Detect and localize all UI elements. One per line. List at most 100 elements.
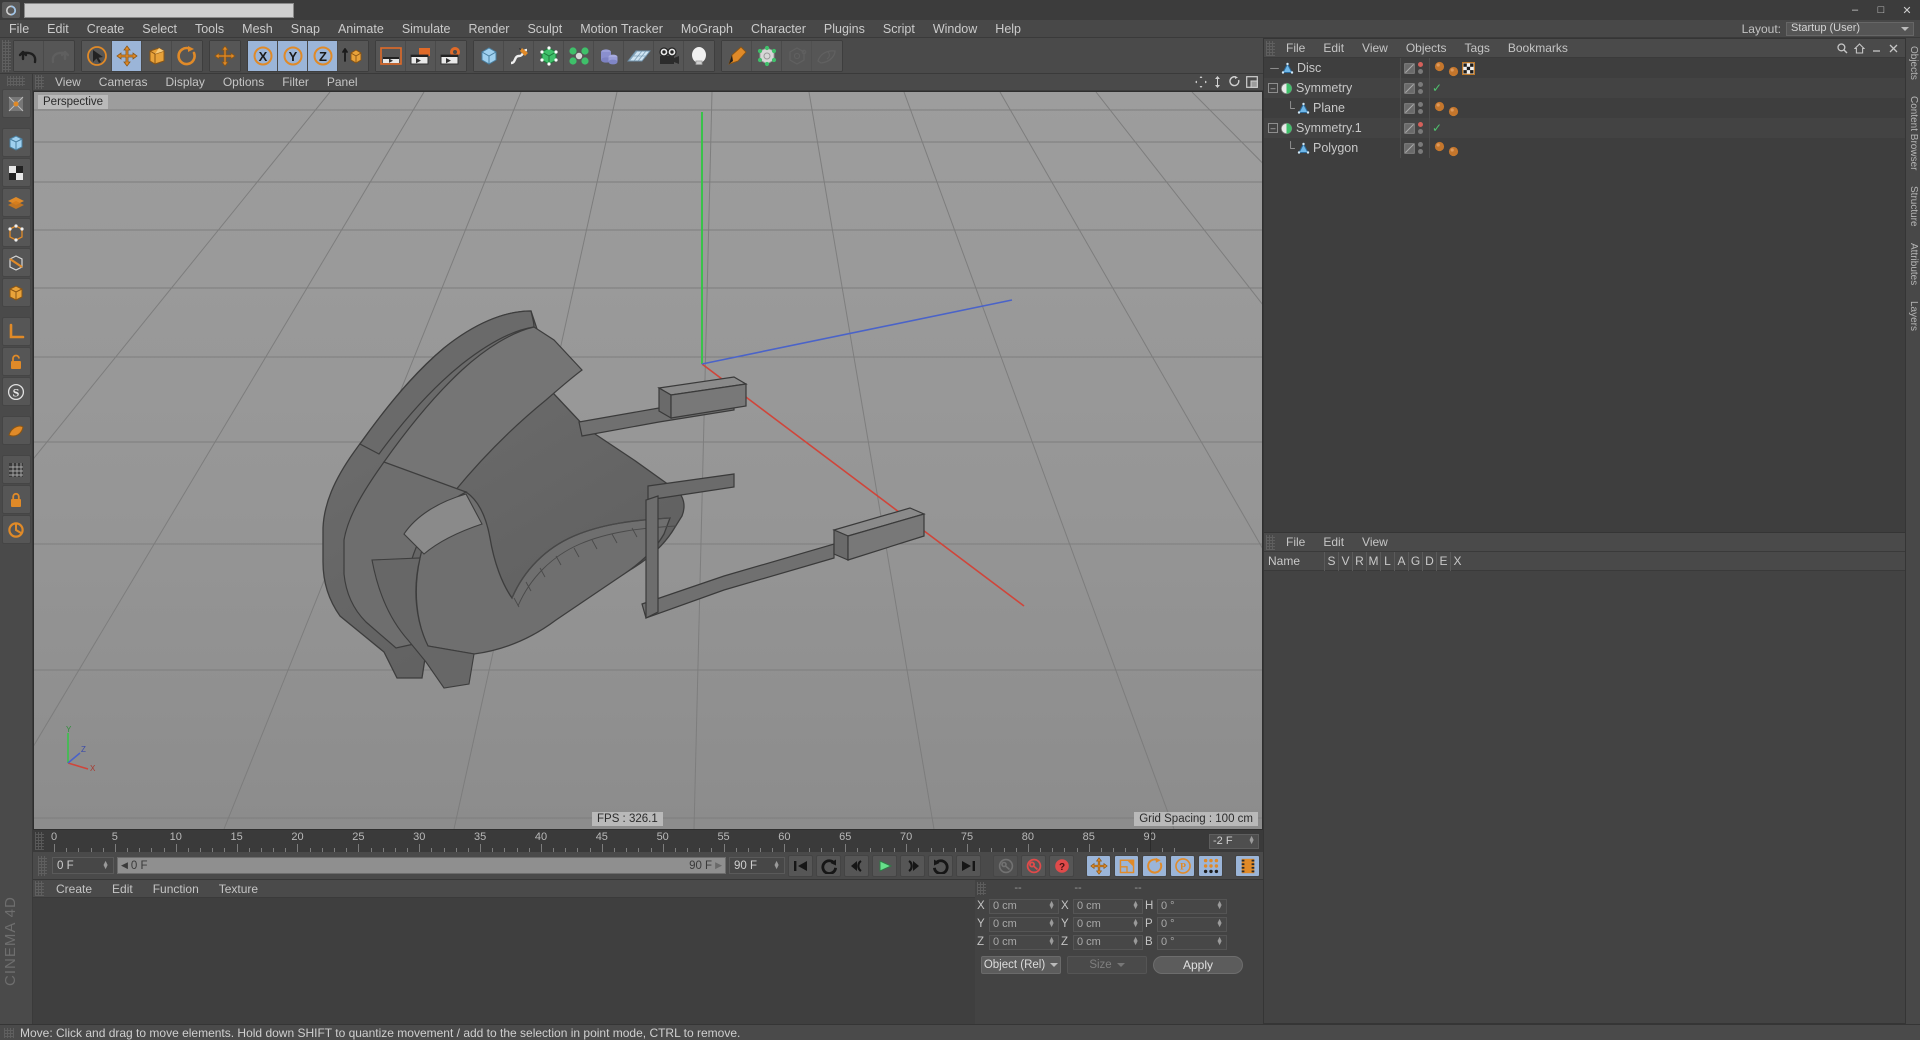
expand-collapse-icon[interactable]: – [1268, 123, 1278, 133]
viewport-menu-options[interactable]: Options [214, 74, 273, 91]
material-tag-icon[interactable] [1434, 141, 1445, 152]
maximize-button[interactable]: □ [1868, 0, 1894, 20]
timeline-ruler[interactable]: 051015202530354045505560657075808590 [46, 830, 1205, 852]
edge-mode-button[interactable] [1, 248, 31, 277]
menu-create[interactable]: Create [78, 20, 134, 38]
am-menu-file[interactable]: File [1277, 533, 1314, 552]
animbar-grip[interactable] [38, 855, 47, 876]
menu-select[interactable]: Select [133, 20, 186, 38]
object-tree[interactable]: ─ Disc – Symmetry ✓ └ Plane – Symmetry.1 ✓ └ Polygo… [1264, 58, 1905, 532]
scale-tool-button[interactable] [142, 40, 172, 71]
spinner-icon[interactable]: ▲ ▼ [1216, 936, 1223, 947]
pan-icon[interactable] [1194, 76, 1207, 89]
solid-cube-button[interactable] [1, 278, 31, 307]
attribute-manager-body[interactable] [1264, 571, 1905, 1023]
keyframe-selection-button[interactable]: ? [1049, 854, 1074, 877]
vtab-structure[interactable]: Structure [1906, 178, 1920, 235]
timeline-button[interactable] [1235, 854, 1260, 877]
home-icon[interactable] [1854, 42, 1865, 54]
editor-visibility-icon[interactable] [1404, 122, 1415, 134]
menu-plugins[interactable]: Plugins [815, 20, 874, 38]
texture-mode-button[interactable] [1, 89, 31, 118]
step-forward-button[interactable] [900, 854, 925, 877]
vtab-content-browser[interactable]: Content Browser [1906, 88, 1920, 178]
add-light-button[interactable] [684, 40, 714, 71]
autokeying-button[interactable] [1021, 854, 1046, 877]
attribute-manager-grip[interactable] [1266, 534, 1275, 550]
add-cube-button[interactable] [474, 40, 504, 71]
spinner-icon[interactable]: ▲ ▼ [1216, 918, 1223, 929]
material-tag-icon[interactable] [1448, 146, 1459, 157]
spinner-icon[interactable]: ▲ ▼ [1048, 918, 1055, 929]
material-menu-create[interactable]: Create [46, 880, 102, 898]
dolly-icon[interactable] [1211, 76, 1224, 89]
time-scrubber[interactable]: ◀ 0 F 90 F ▶ [117, 857, 726, 874]
am-column-l[interactable]: L [1380, 551, 1394, 571]
point-level-animation-button[interactable] [1198, 854, 1223, 877]
object-row[interactable]: └ Polygon [1264, 138, 1905, 158]
vtab-layers[interactable]: Layers [1906, 293, 1920, 339]
timeline-end-field[interactable]: -2 F ▲ ▼ [1209, 833, 1259, 849]
am-column-e[interactable]: E [1436, 551, 1450, 571]
am-column-x[interactable]: X [1450, 551, 1464, 571]
om-menu-view[interactable]: View [1353, 39, 1397, 58]
add-camera-button[interactable] [654, 40, 684, 71]
play-button[interactable] [872, 854, 897, 877]
object-tag-zone[interactable] [1430, 61, 1905, 76]
scrubber-left-arrow-icon[interactable]: ◀ [121, 860, 128, 871]
select-tool-button[interactable] [82, 40, 112, 71]
rotate-tool-button[interactable] [172, 40, 202, 71]
x-axis-lock-button[interactable]: X [248, 40, 278, 71]
search-icon[interactable] [1837, 42, 1848, 54]
object-tag-zone[interactable] [1430, 141, 1905, 157]
menu-simulate[interactable]: Simulate [393, 20, 460, 38]
om-menu-tags[interactable]: Tags [1456, 39, 1499, 58]
editor-visibility-icon[interactable] [1404, 82, 1415, 94]
record-pla-button[interactable]: P [1170, 854, 1195, 877]
am-column-m[interactable]: M [1366, 551, 1380, 571]
mesh-grid-button[interactable] [1, 455, 31, 484]
visibility-dots[interactable] [1418, 142, 1423, 154]
previous-keyframe-button[interactable] [816, 854, 841, 877]
menu-snap[interactable]: Snap [282, 20, 329, 38]
spinner-icon[interactable]: ▲ ▼ [1132, 918, 1139, 929]
paint-tool-button[interactable] [722, 40, 752, 71]
add-deformer-button[interactable] [564, 40, 594, 71]
object-row[interactable]: – Symmetry.1 ✓ [1264, 118, 1905, 138]
spinner-icon[interactable]: ▲ ▼ [1048, 900, 1055, 911]
object-row[interactable]: └ Plane [1264, 98, 1905, 118]
coord-size-dropdown[interactable]: Size [1067, 956, 1147, 974]
menu-script[interactable]: Script [874, 20, 924, 38]
menu-render[interactable]: Render [459, 20, 518, 38]
next-keyframe-button[interactable] [928, 854, 953, 877]
rotate-icon[interactable] [1228, 76, 1241, 89]
material-menu-edit[interactable]: Edit [102, 880, 143, 898]
record-rotation-button[interactable] [1142, 854, 1167, 877]
viewport-grip[interactable] [35, 75, 44, 89]
material-manager-grip[interactable] [35, 881, 44, 896]
object-row[interactable]: ─ Disc [1264, 58, 1905, 78]
timeline-grip[interactable] [35, 832, 44, 850]
material-tag-icon[interactable] [1434, 61, 1445, 72]
menu-mograph[interactable]: MoGraph [672, 20, 742, 38]
editor-visibility-icon[interactable] [1404, 102, 1415, 114]
pos-z-input[interactable]: 0 cm ▲ ▼ [989, 934, 1059, 950]
minimize-button[interactable]: – [1842, 0, 1868, 20]
expand-collapse-icon[interactable]: – [1268, 83, 1278, 93]
object-manager-grip[interactable] [1266, 40, 1275, 56]
add-scene-object-button[interactable] [594, 40, 624, 71]
am-column-a[interactable]: A [1394, 551, 1408, 571]
layout-select[interactable]: Startup (User) [1786, 21, 1914, 36]
point-mode-button[interactable] [1, 218, 31, 247]
pos-y-input[interactable]: 0 cm ▲ ▼ [989, 916, 1059, 932]
menu-mesh[interactable]: Mesh [233, 20, 282, 38]
menu-tools[interactable]: Tools [186, 20, 233, 38]
scrubber-right-arrow-icon[interactable]: ▶ [715, 860, 722, 871]
am-menu-view[interactable]: View [1353, 533, 1397, 552]
visibility-dots[interactable] [1418, 82, 1423, 94]
enabled-checkmark-icon[interactable]: ✓ [1432, 81, 1442, 95]
render-settings-button[interactable] [436, 40, 466, 71]
goto-end-button[interactable] [956, 854, 981, 877]
add-generator-button[interactable] [534, 40, 564, 71]
visibility-dots[interactable] [1418, 102, 1423, 114]
